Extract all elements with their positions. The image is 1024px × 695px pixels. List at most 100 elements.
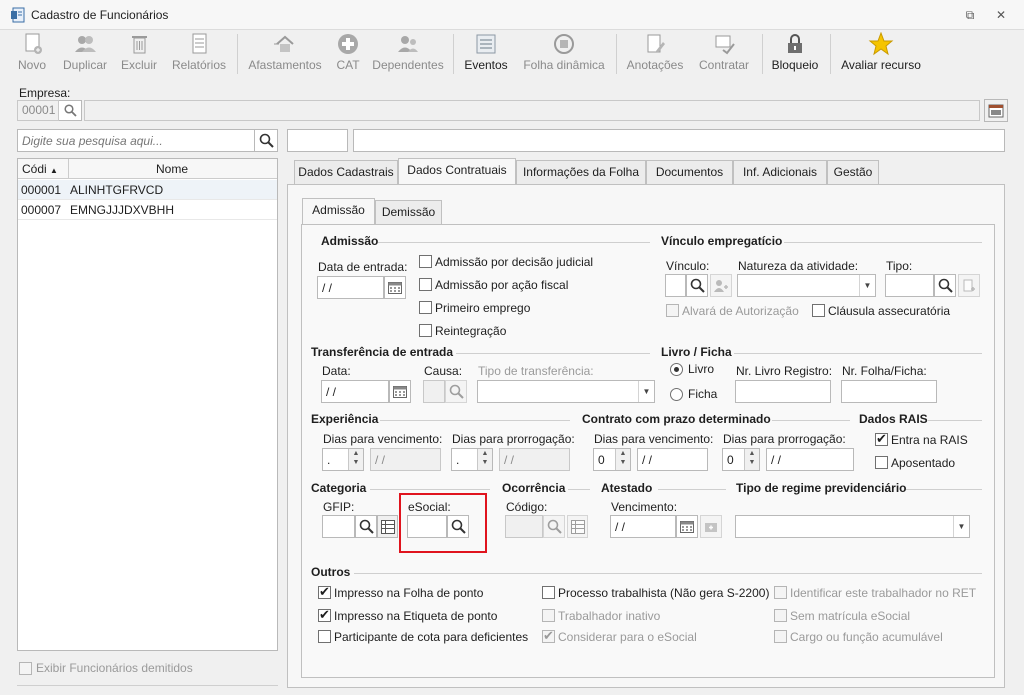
employee-name-field[interactable]	[353, 129, 1005, 152]
tab-gestao[interactable]: Gestão	[827, 160, 879, 185]
employee-code-field[interactable]	[287, 129, 348, 152]
atestado-date-picker[interactable]	[676, 515, 698, 538]
alvara-checkbox[interactable]	[666, 304, 679, 317]
exp-prorr-date-field: / /	[499, 448, 570, 471]
close-icon[interactable]: ✕	[993, 7, 1009, 23]
identificar-ret-checkbox[interactable]	[774, 586, 787, 599]
cargo-acumulavel-label: Cargo ou função acumulável	[790, 630, 943, 644]
exp-venc-days-input[interactable]: . ▲ ▼	[322, 448, 364, 471]
causa-input[interactable]	[423, 380, 445, 403]
causa-search-button[interactable]	[445, 380, 467, 403]
natureza-select[interactable]: ▼	[737, 274, 876, 297]
tab-dados-cadastrais[interactable]: Dados Cadastrais	[294, 160, 398, 185]
ocorrencia-list-button[interactable]	[567, 515, 588, 538]
livro-radio[interactable]	[670, 363, 683, 376]
sem-matricula-checkbox[interactable]	[774, 609, 787, 622]
show-dismissed-checkbox[interactable]	[19, 662, 32, 675]
tab-inf-adicionais[interactable]: Inf. Adicionais	[733, 160, 827, 185]
ocorrencia-code-input[interactable]	[505, 515, 543, 538]
fiscal-admission-checkbox[interactable]	[419, 278, 432, 291]
vinculo-search-button[interactable]	[686, 274, 708, 297]
cargo-acumulavel-checkbox[interactable]	[774, 630, 787, 643]
transfer-date-picker[interactable]	[389, 380, 411, 403]
block-button[interactable]: Bloqueio	[768, 32, 822, 76]
atestado-add-button[interactable]	[700, 515, 722, 538]
contract-prorr-date-input[interactable]: / /	[766, 448, 854, 471]
exp-venc-label: Dias para vencimento:	[323, 432, 443, 446]
aposentado-checkbox[interactable]	[875, 456, 888, 469]
section-transferencia: Transferência de entrada	[311, 345, 454, 359]
folha-ponto-checkbox[interactable]: ✔	[318, 584, 331, 599]
tipo-add-button[interactable]	[958, 274, 980, 297]
entry-date-input[interactable]: / /	[317, 276, 384, 299]
trabalhador-inativo-checkbox[interactable]	[542, 609, 555, 622]
ficha-radio[interactable]	[670, 388, 683, 401]
list-item[interactable]: 000007 EMNGJJJDXVBHH	[18, 200, 277, 220]
atestado-date-input[interactable]: / /	[610, 515, 676, 538]
absences-button[interactable]: Afastamentos	[244, 32, 326, 76]
ocorrencia-search-button[interactable]	[543, 515, 565, 538]
search-button[interactable]	[255, 129, 278, 152]
list-item[interactable]: 000001 ALINHTGFRVCD	[18, 180, 277, 200]
tipo-search-button[interactable]	[934, 274, 956, 297]
events-button[interactable]: Eventos	[461, 32, 511, 76]
cota-deficientes-checkbox[interactable]	[318, 630, 331, 643]
tab-dados-contratuais[interactable]: Dados Contratuais	[398, 158, 516, 185]
col-name-header[interactable]: Nome	[156, 162, 188, 176]
hire-button[interactable]: Contratar	[694, 32, 754, 76]
vinculo-input[interactable]	[665, 274, 686, 297]
spinner-arrows-icon[interactable]: ▲ ▼	[477, 449, 492, 470]
section-dados-rais: Dados RAIS	[859, 412, 928, 426]
regime-select[interactable]: ▼	[735, 515, 970, 538]
duplicate-button[interactable]: Duplicar	[58, 32, 112, 76]
dynamic-sheet-button[interactable]: Folha dinâmica	[518, 32, 610, 76]
etiqueta-ponto-checkbox[interactable]: ✔	[318, 607, 331, 622]
judicial-admission-checkbox[interactable]	[419, 255, 432, 268]
delete-button[interactable]: Excluir	[118, 32, 160, 76]
hire-icon	[715, 35, 735, 55]
nr-folha-input[interactable]	[841, 380, 937, 403]
considerar-esocial-checkbox[interactable]: ✔	[542, 628, 555, 643]
search-input[interactable]: Digite sua pesquisa aqui...	[17, 129, 255, 152]
spinner-arrows-icon[interactable]: ▲ ▼	[744, 449, 759, 470]
cat-button[interactable]: CAT	[332, 32, 364, 76]
calendar-icon	[393, 386, 407, 398]
exp-venc-date-field: / /	[370, 448, 441, 471]
restore-icon[interactable]: ⧉	[962, 7, 978, 23]
tab-informacoes-folha[interactable]: Informações da Folha	[516, 160, 646, 185]
col-code-header[interactable]: Códi ▲	[22, 162, 58, 176]
reintegration-checkbox[interactable]	[419, 324, 432, 337]
vinculo-add-button[interactable]	[710, 274, 732, 297]
empresa-detail-button[interactable]	[984, 99, 1008, 122]
transfer-type-select[interactable]: ▼	[477, 380, 655, 403]
transfer-date-input[interactable]: / /	[321, 380, 389, 403]
exp-prorr-days-input[interactable]: . ▲ ▼	[451, 448, 493, 471]
gfip-search-button[interactable]	[355, 515, 377, 538]
first-job-checkbox[interactable]	[419, 301, 432, 314]
contract-venc-date-input[interactable]: / /	[637, 448, 708, 471]
contract-venc-days-input[interactable]: 0 ▲ ▼	[593, 448, 631, 471]
reports-button[interactable]: Relatórios	[168, 32, 230, 76]
tipo-input[interactable]	[885, 274, 934, 297]
notes-button[interactable]: Anotações	[624, 32, 686, 76]
contract-prorr-days-input[interactable]: 0 ▲ ▼	[722, 448, 760, 471]
gfip-input[interactable]	[322, 515, 355, 538]
entry-date-picker[interactable]	[384, 276, 406, 299]
entra-rais-checkbox[interactable]: ✔	[875, 431, 888, 446]
contract-prorr-label: Dias para prorrogação:	[723, 432, 846, 446]
tab-documentos[interactable]: Documentos	[646, 160, 733, 185]
nr-livro-input[interactable]	[735, 380, 831, 403]
tab-admissao[interactable]: Admissão	[302, 198, 375, 225]
gfip-list-button[interactable]	[377, 515, 398, 538]
empresa-search-button[interactable]	[59, 100, 82, 121]
tab-demissao[interactable]: Demissão	[375, 200, 442, 225]
empresa-code-input[interactable]: 00001	[17, 100, 59, 121]
rate-feature-button[interactable]: Avaliar recurso	[838, 32, 924, 76]
processo-trabalhista-checkbox[interactable]	[542, 586, 555, 599]
new-button[interactable]: Novo	[12, 32, 52, 76]
spinner-arrows-icon[interactable]: ▲ ▼	[615, 449, 630, 470]
spinner-arrows-icon[interactable]: ▲ ▼	[348, 449, 363, 470]
employee-list: Códi ▲ Nome 000001 ALINHTGFRVCD 000007 E…	[17, 158, 278, 651]
dependents-button[interactable]: Dependentes	[370, 32, 446, 76]
clausula-checkbox[interactable]	[812, 304, 825, 317]
